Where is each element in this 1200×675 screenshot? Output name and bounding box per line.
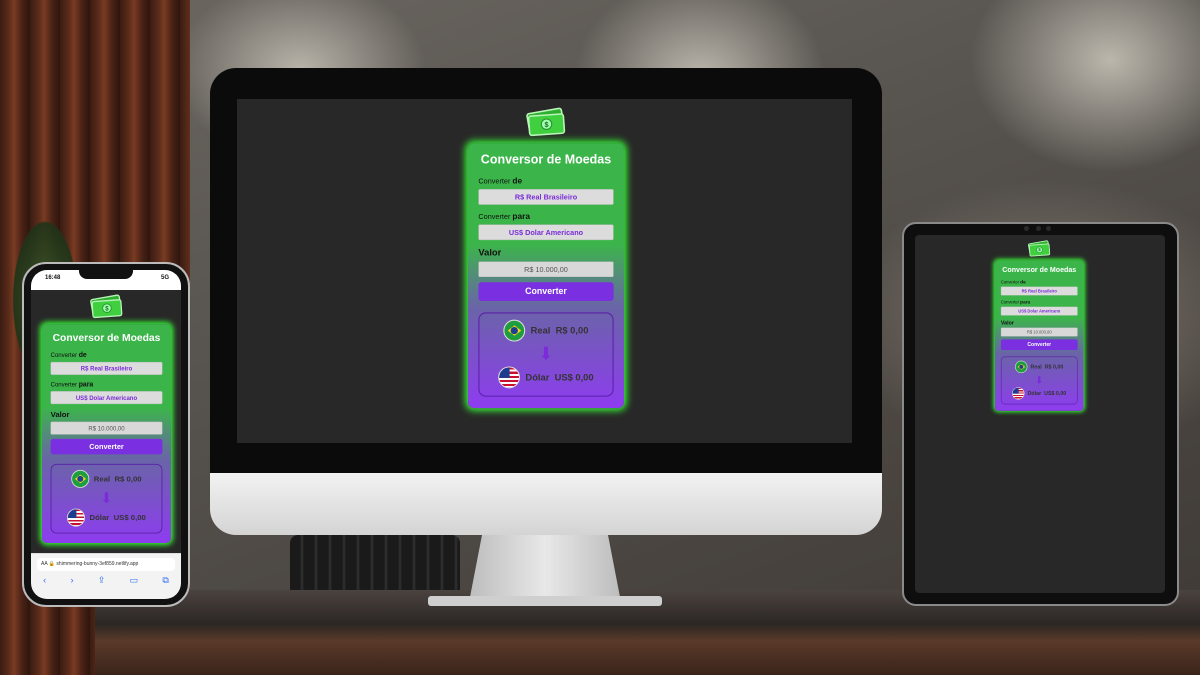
from-currency-select[interactable]: R$ Real Brasileiro [50, 361, 163, 375]
result-to-value: US$ 0,00 [113, 513, 146, 522]
to-currency-select[interactable]: US$ Dolar Americano [478, 224, 614, 241]
result-to-row: Dólar US$ 0,00 [485, 366, 608, 389]
result-panel: Real R$ 0,00 ⬇ Dólar US$ 0,00 [1000, 356, 1078, 405]
convert-button[interactable]: Converter [50, 438, 163, 455]
result-from-name: Real [1030, 363, 1042, 370]
amount-input[interactable]: R$ 10.000,00 [478, 261, 614, 278]
money-bills-icon: $ [525, 107, 567, 138]
back-icon[interactable]: ‹ [43, 575, 46, 591]
result-to-name: Dólar [525, 371, 550, 383]
app-title: Conversor de Moedas [1002, 265, 1077, 274]
usa-flag-icon [1012, 387, 1025, 400]
forward-icon[interactable]: › [70, 575, 73, 591]
result-panel: Real R$ 0,00 ⬇ Dólar US$ 0,00 [478, 312, 614, 397]
convert-button[interactable]: Converter [1000, 339, 1078, 351]
status-time: 16:48 [45, 275, 61, 281]
office-chair [290, 535, 460, 595]
converter-card: Conversor de Moedas Converter de R$ Real… [995, 260, 1084, 411]
brazil-flag-icon [503, 319, 526, 342]
url-text: shimmering-bunny-3ef859.netlify.app [56, 561, 139, 567]
currency-app-tablet: $ Conversor de Moedas Converter de R$ Re… [995, 240, 1084, 411]
app-title: Conversor de Moedas [480, 152, 612, 167]
to-currency-select[interactable]: US$ Dolar Americano [1000, 306, 1078, 316]
result-panel: Real R$ 0,00 ⬇ Dólar US$ 0,00 [50, 463, 163, 534]
to-label: Converter para [50, 380, 94, 389]
result-from-row: Real R$ 0,00 [56, 469, 157, 488]
result-to-name: Dólar [89, 513, 110, 522]
arrow-down-icon: ⬇ [100, 490, 113, 507]
result-from-name: Real [530, 325, 551, 336]
amount-input[interactable]: R$ 10.000,00 [50, 421, 163, 435]
text-size-button[interactable]: AA [41, 561, 47, 567]
result-to-value: US$ 0,00 [554, 371, 594, 383]
to-label: Converter para [478, 212, 530, 221]
converter-card: Conversor de Moedas Converter de R$ Real… [42, 324, 171, 543]
from-label: Converter de [1000, 279, 1026, 285]
monitor-stand [470, 535, 620, 597]
monitor-chin [210, 473, 882, 535]
url-bar[interactable]: AA 🔒 shimmering-bunny-3ef859.netlify.app [37, 558, 175, 571]
brazil-flag-icon [71, 469, 90, 488]
amount-label: Valor [50, 410, 70, 419]
brazil-flag-icon [1015, 360, 1028, 374]
status-signal: 5G [160, 275, 169, 281]
result-to-row: Dólar US$ 0,00 [1004, 387, 1074, 400]
from-label: Converter de [478, 176, 523, 186]
monitor-foot [428, 596, 662, 606]
money-bills-icon: $ [89, 294, 123, 320]
browser-bar: AA 🔒 shimmering-bunny-3ef859.netlify.app… [31, 553, 181, 599]
result-to-name: Dólar [1027, 390, 1042, 397]
usa-flag-icon [67, 508, 86, 527]
result-from-value: R$ 0,00 [1044, 363, 1064, 370]
from-currency-select[interactable]: R$ Real Brasileiro [478, 189, 614, 205]
tablet-screen: $ Conversor de Moedas Converter de R$ Re… [915, 235, 1165, 593]
monitor-screen: $ Conversor de Moedas Converter de R$ Re… [237, 99, 852, 443]
app-title: Conversor de Moedas [52, 331, 161, 344]
arrow-down-icon: ⬇ [538, 344, 554, 364]
to-currency-select[interactable]: US$ Dolar Americano [50, 391, 163, 405]
result-from-row: Real R$ 0,00 [1004, 360, 1074, 374]
result-from-name: Real [93, 474, 111, 483]
currency-app-mobile: $ Conversor de Moedas Converter de R$ Re… [42, 294, 171, 543]
convert-button[interactable]: Converter [478, 282, 614, 301]
to-label: Converter para [1000, 299, 1031, 305]
result-from-row: Real R$ 0,00 [485, 319, 608, 342]
amount-input[interactable]: R$ 10.000,00 [1000, 327, 1078, 337]
tablet-camera [1024, 226, 1054, 232]
arrow-down-icon: ⬇ [1035, 374, 1044, 386]
browser-nav: ‹ › ⇪ ▭ ⧉ [31, 575, 181, 591]
result-from-value: R$ 0,00 [114, 474, 142, 483]
lock-icon: 🔒 [48, 561, 56, 567]
currency-app-desktop: $ Conversor de Moedas Converter de R$ Re… [468, 107, 624, 409]
money-bills-icon: $ [1027, 240, 1051, 258]
bookmarks-icon[interactable]: ▭ [130, 575, 139, 591]
converter-card: Conversor de Moedas Converter de R$ Real… [468, 143, 624, 409]
phone-screen: 16:48 5G $ Conversor de Moedas Converter… [31, 270, 181, 599]
phone-notch [79, 270, 133, 279]
from-currency-select[interactable]: R$ Real Brasileiro [1000, 286, 1078, 296]
tabs-icon[interactable]: ⧉ [162, 575, 168, 591]
from-label: Converter de [50, 351, 87, 359]
result-to-row: Dólar US$ 0,00 [56, 508, 157, 527]
result-to-value: US$ 0,00 [1044, 390, 1067, 397]
usa-flag-icon [498, 366, 521, 389]
amount-label: Valor [478, 247, 502, 258]
amount-label: Valor [1000, 319, 1014, 326]
share-icon[interactable]: ⇪ [98, 575, 106, 591]
result-from-value: R$ 0,00 [555, 325, 589, 336]
